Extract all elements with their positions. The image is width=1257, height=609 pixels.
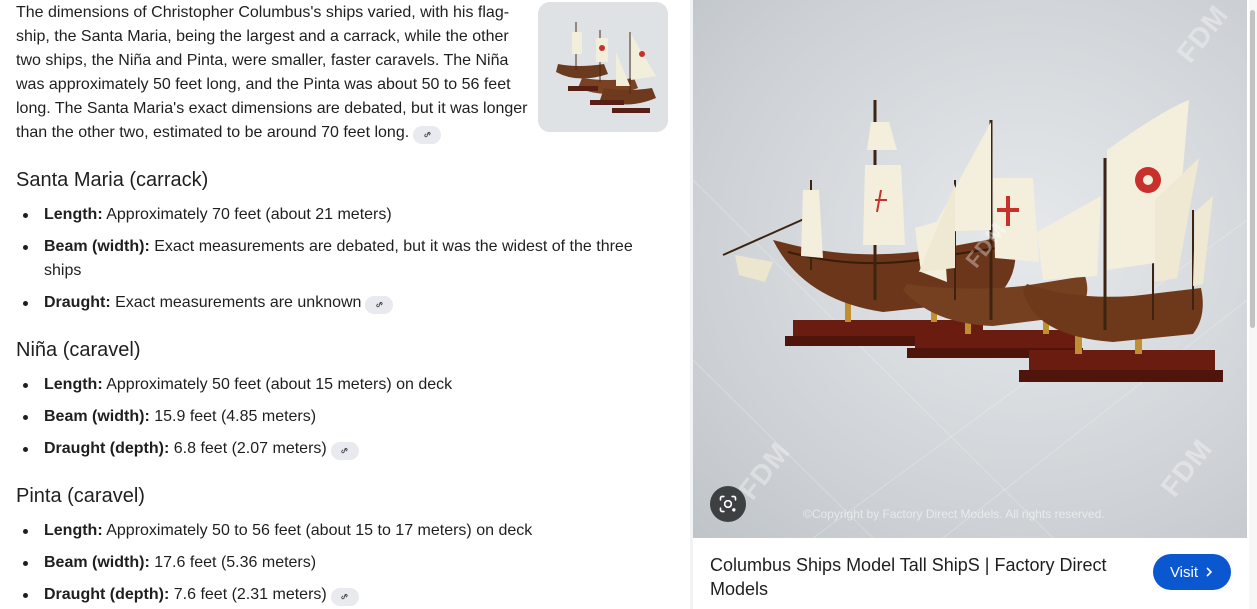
source-link-chip[interactable] <box>365 295 394 314</box>
link-icon <box>423 131 431 138</box>
section-title-nina: Niña (caravel) <box>16 339 141 361</box>
chevron-right-icon <box>1206 567 1213 577</box>
page: The dimensions of Christopher Columbus's… <box>0 0 1257 609</box>
fact-label: Length: <box>44 522 103 539</box>
copyright-notice: ©Copyright by Factory Direct Models. All… <box>803 507 1105 521</box>
fact-value: Exact measurements are unknown <box>110 294 362 311</box>
list-item: Beam (width): 17.6 feet (5.36 meters) <box>16 551 666 575</box>
image-source-title[interactable]: Columbus Ships Model Tall ShipS | Factor… <box>710 553 1130 601</box>
ships-thumbnail-image <box>538 2 668 132</box>
visit-button[interactable]: Visit <box>1153 554 1231 590</box>
list-item: Length: Approximately 50 to 56 feet (abo… <box>16 519 666 543</box>
list-item: Draught (depth): 6.8 feet (2.07 meters) <box>16 437 666 461</box>
fact-label: Beam (width): <box>44 554 150 571</box>
intro-paragraph: The dimensions of Christopher Columbus's… <box>16 1 530 145</box>
link-icon <box>341 447 348 454</box>
fact-label: Draught (depth): <box>44 586 170 603</box>
google-lens-button[interactable] <box>710 486 746 522</box>
fact-value: Approximately 50 to 56 feet (about 15 to… <box>102 522 533 539</box>
visit-button-label: Visit <box>1169 563 1199 581</box>
link-icon <box>341 593 348 600</box>
santa-maria-facts: Length: Approximately 70 feet (about 21 … <box>16 203 666 323</box>
list-item: Beam (width): Exact measurements are deb… <box>16 235 666 283</box>
fact-value: 6.8 feet (2.07 meters) <box>169 440 327 457</box>
scrollbar-thumb[interactable] <box>1250 10 1255 328</box>
fact-label: Draught: <box>44 294 111 311</box>
fact-value: 15.9 feet (4.85 meters) <box>149 408 317 425</box>
source-link-chip[interactable] <box>330 441 359 460</box>
ships-thumbnail[interactable] <box>538 2 668 132</box>
fact-label: Draught (depth): <box>44 440 170 457</box>
fact-value: 17.6 feet (5.36 meters) <box>149 554 317 571</box>
list-item: Draught (depth): 7.6 feet (2.31 meters) <box>16 583 666 607</box>
google-lens-icon <box>719 495 737 513</box>
fact-label: Length: <box>44 206 103 223</box>
section-title-pinta: Pinta (caravel) <box>16 485 145 507</box>
image-preview-panel: FDM FDM FDM FDM ©Copyright by Factory Di… <box>693 0 1257 609</box>
ships-photo[interactable]: FDM FDM FDM FDM ©Copyright by Factory Di… <box>693 0 1247 538</box>
list-item: Length: Approximately 50 feet (about 15 … <box>16 373 666 397</box>
fact-value: Approximately 50 feet (about 15 meters) … <box>102 376 453 393</box>
list-item: Draught: Exact measurements are unknown <box>16 291 666 315</box>
fact-value: Approximately 70 feet (about 21 meters) <box>102 206 392 223</box>
nina-facts: Length: Approximately 50 feet (about 15 … <box>16 373 666 469</box>
pinta-facts: Length: Approximately 50 to 56 feet (abo… <box>16 519 666 609</box>
section-title-santa-maria: Santa Maria (carrack) <box>16 169 209 191</box>
list-item: Beam (width): 15.9 feet (4.85 meters) <box>16 405 666 429</box>
fact-label: Beam (width): <box>44 408 150 425</box>
fact-label: Beam (width): <box>44 238 150 255</box>
source-link-chip[interactable] <box>413 125 442 144</box>
fact-value: 7.6 feet (2.31 meters) <box>169 586 327 603</box>
ai-overview-article: The dimensions of Christopher Columbus's… <box>0 0 690 609</box>
source-link-chip[interactable] <box>330 587 359 606</box>
list-item: Length: Approximately 70 feet (about 21 … <box>16 203 666 227</box>
link-icon <box>376 301 383 308</box>
fact-label: Length: <box>44 376 103 393</box>
intro-text: The dimensions of Christopher Columbus's… <box>16 4 528 141</box>
